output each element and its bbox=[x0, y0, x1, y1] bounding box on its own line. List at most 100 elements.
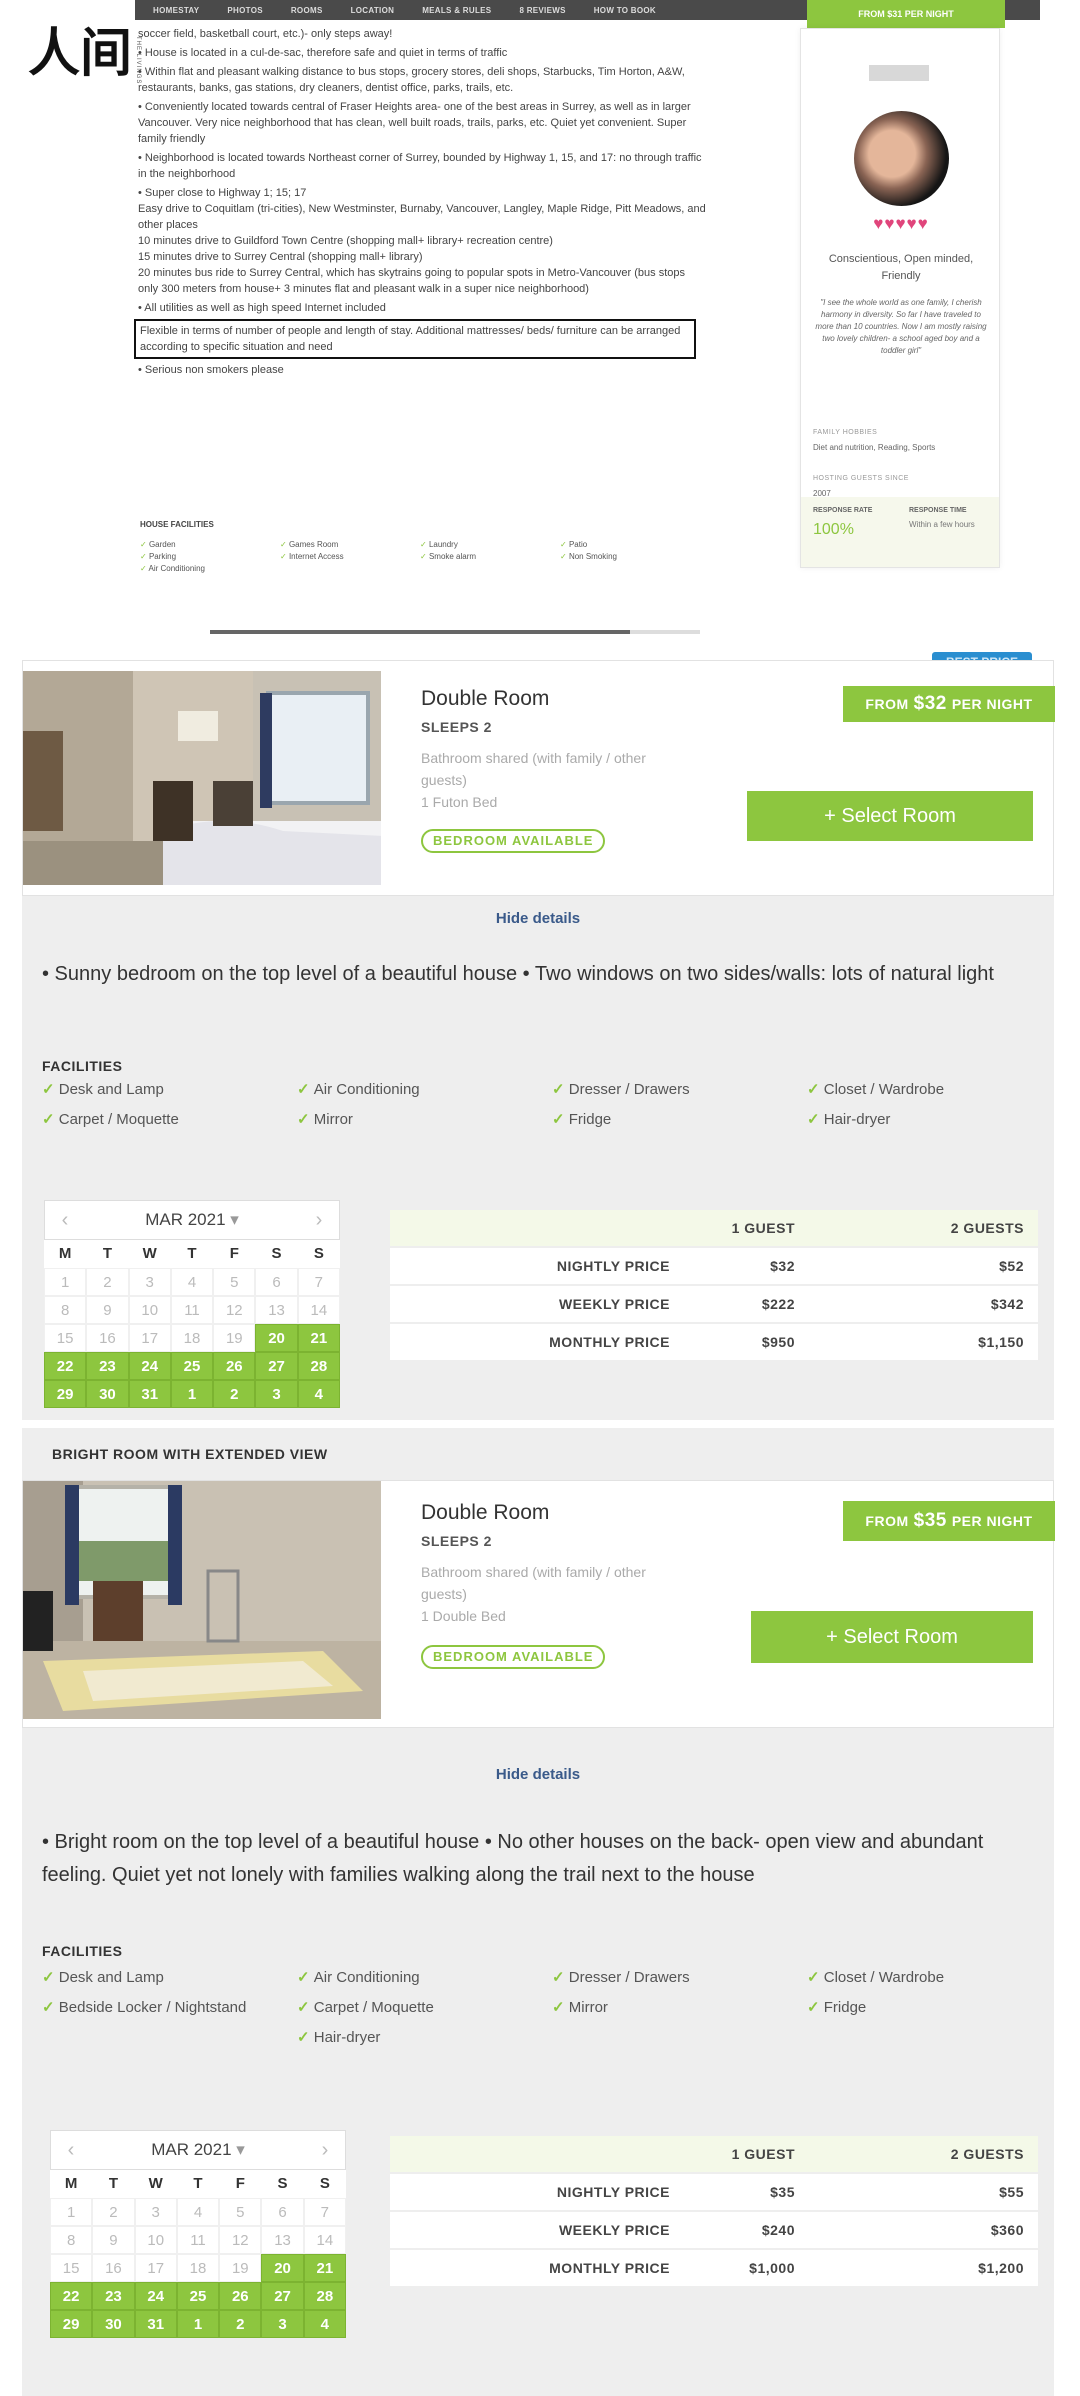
calendar-day-available[interactable]: 31 bbox=[128, 1380, 171, 1408]
calendar-day-available[interactable]: 21 bbox=[297, 1324, 340, 1352]
chevron-right-icon[interactable]: › bbox=[299, 1209, 339, 1232]
room-price-tag: FROM $35 PER NIGHT bbox=[843, 1501, 1055, 1541]
calendar-day-available[interactable]: 22 bbox=[50, 2282, 93, 2310]
room-price-tag: FROM $32 PER NIGHT bbox=[843, 686, 1055, 722]
facilities-list: Desk and LampAir ConditioningDresser / D… bbox=[42, 1968, 1042, 2046]
facilities-label: FACILITIES bbox=[42, 1058, 123, 1074]
room-section-label: BRIGHT ROOM WITH EXTENDED VIEW bbox=[52, 1446, 328, 1462]
calendar-day-available[interactable]: 23 bbox=[92, 2282, 135, 2310]
weekday-label: T bbox=[102, 1245, 112, 1262]
calendar-day-available[interactable]: 20 bbox=[255, 1324, 298, 1352]
select-room-button[interactable]: + Select Room bbox=[747, 791, 1033, 841]
facility-item: Desk and Lamp bbox=[42, 1080, 297, 1098]
nav-item-3[interactable]: LOCATION bbox=[351, 6, 395, 15]
weekday-label: F bbox=[229, 1245, 239, 1262]
house-facility-item: Air Conditioning bbox=[140, 564, 280, 573]
house-facility-item: Games Room bbox=[280, 540, 420, 549]
nav-item-1[interactable]: PHOTOS bbox=[227, 6, 262, 15]
price-table-row: NIGHTLY PRICE $32 $52 bbox=[390, 1248, 1038, 1286]
nav-item-6[interactable]: HOW TO BOOK bbox=[594, 6, 656, 15]
room-bed: 1 Futon Bed bbox=[421, 794, 498, 810]
calendar-day-available[interactable]: 28 bbox=[303, 2282, 346, 2310]
price-table-header-cell: 2 GUESTS bbox=[950, 2146, 1024, 2162]
house-facility-item: Non Smoking bbox=[560, 552, 700, 561]
calendar-day-available[interactable]: 25 bbox=[176, 2282, 220, 2310]
highlighted-note: Flexible in terms of number of people an… bbox=[134, 319, 696, 359]
scrollbar-thumb[interactable] bbox=[210, 630, 630, 634]
description-paragraph: • All utilities as well as high speed In… bbox=[138, 302, 386, 314]
weekday-label: T bbox=[108, 2175, 118, 2192]
calendar-day-unavailable: 3 bbox=[128, 1268, 171, 1296]
chevron-left-icon[interactable]: ‹ bbox=[51, 2139, 91, 2162]
calendar-day-available[interactable]: 29 bbox=[50, 2310, 93, 2338]
scrollbar[interactable] bbox=[210, 630, 700, 634]
calendar-day-unavailable: 16 bbox=[92, 2254, 135, 2282]
calendar-day-available[interactable]: 28 bbox=[297, 1352, 340, 1380]
price-table-cell: $35 bbox=[770, 2184, 795, 2200]
calendar-day-available[interactable]: 4 bbox=[303, 2310, 346, 2338]
chevron-left-icon[interactable]: ‹ bbox=[45, 1209, 85, 1232]
weekday-label: M bbox=[64, 2175, 78, 2192]
chevron-right-icon[interactable]: › bbox=[305, 2139, 345, 2162]
calendar-day-available[interactable]: 4 bbox=[297, 1380, 340, 1408]
weekday-label: S bbox=[277, 2175, 288, 2192]
calendar-day-available[interactable]: 20 bbox=[261, 2254, 304, 2282]
calendar-day-available[interactable]: 2 bbox=[219, 2310, 262, 2338]
caret-down-icon: ▾ bbox=[231, 2140, 245, 2159]
calendar-day-available[interactable]: 27 bbox=[261, 2282, 304, 2310]
nav-price-button[interactable]: FROM $31 PER NIGHT bbox=[807, 0, 1005, 28]
house-facility-item: Laundry bbox=[420, 540, 560, 549]
calendar-day-available[interactable]: 27 bbox=[255, 1352, 298, 1380]
weekday-label: W bbox=[148, 2175, 163, 2192]
calendar-day-available[interactable]: 25 bbox=[170, 1352, 214, 1380]
calendar-day-available[interactable]: 3 bbox=[261, 2310, 304, 2338]
calendar-day-available[interactable]: 3 bbox=[255, 1380, 298, 1408]
calendar-month-select[interactable]: MAR 2021 ▾ bbox=[145, 1210, 239, 1230]
nav-item-2[interactable]: ROOMS bbox=[291, 6, 323, 15]
nav-item-5[interactable]: 8 REVIEWS bbox=[519, 6, 565, 15]
calendar-day-unavailable: 5 bbox=[219, 2198, 262, 2226]
availability-calendar: ‹ MAR 2021 ▾ › M T W T F S S 1 2 3 4 5 6 7 8 9 10 11 12 13 14 15… bbox=[44, 1200, 340, 1408]
calendar-month-select[interactable]: MAR 2021 ▾ bbox=[151, 2140, 245, 2160]
calendar-day-available[interactable]: 26 bbox=[219, 2282, 262, 2310]
nav-item-0[interactable]: HOMESTAY bbox=[153, 6, 199, 15]
calendar-day-unavailable: 13 bbox=[255, 1296, 298, 1324]
description-paragraph: • Within flat and pleasant walking dista… bbox=[138, 66, 685, 94]
response-time-value: Within a few hours bbox=[909, 520, 975, 529]
calendar-day-available[interactable]: 30 bbox=[86, 1380, 129, 1408]
price-per: PER NIGHT bbox=[951, 696, 1033, 712]
calendar-day-available[interactable]: 21 bbox=[303, 2254, 346, 2282]
response-stats: RESPONSE RATE 100% RESPONSE TIME Within … bbox=[801, 497, 999, 567]
calendar-day-unavailable: 10 bbox=[128, 1296, 171, 1324]
price-table-row: MONTHLY PRICE $1,000 $1,200 bbox=[390, 2250, 1038, 2288]
room-photo[interactable] bbox=[23, 1481, 381, 1719]
calendar-day-available[interactable]: 29 bbox=[44, 1380, 87, 1408]
calendar-day-available[interactable]: 24 bbox=[128, 1352, 171, 1380]
calendar-day-available[interactable]: 23 bbox=[86, 1352, 129, 1380]
calendar-month: MAR 2021 bbox=[145, 1210, 226, 1229]
calendar-day-available[interactable]: 31 bbox=[134, 2310, 177, 2338]
hide-details-link[interactable]: Hide details bbox=[22, 1766, 1054, 1783]
facilities-label: FACILITIES bbox=[42, 1943, 123, 1959]
room-photo[interactable] bbox=[23, 671, 381, 885]
calendar-day-available[interactable]: 1 bbox=[176, 2310, 220, 2338]
hide-details-link[interactable]: Hide details bbox=[22, 910, 1054, 927]
calendar-day-available[interactable]: 1 bbox=[170, 1380, 214, 1408]
calendar-day-unavailable: 7 bbox=[303, 2198, 346, 2226]
calendar-day-available[interactable]: 24 bbox=[134, 2282, 177, 2310]
calendar-day-unavailable: 1 bbox=[44, 1268, 87, 1296]
price-per: PER NIGHT bbox=[951, 1513, 1033, 1529]
calendar-grid: M T W T F S S 1 2 3 4 5 6 7 8 9 10 11 12 13 14 15 16 17 18 19 20 21… bbox=[50, 2170, 346, 2338]
select-room-button[interactable]: + Select Room bbox=[751, 1611, 1033, 1663]
facility-item: Mirror bbox=[297, 1110, 552, 1128]
description-paragraph: • Conveniently located towards central o… bbox=[138, 101, 691, 145]
calendar-day-available[interactable]: 2 bbox=[213, 1380, 256, 1408]
room-title: Double Room bbox=[421, 687, 550, 710]
calendar-day-unavailable: 18 bbox=[176, 2254, 220, 2282]
calendar-day-unavailable: 3 bbox=[134, 2198, 177, 2226]
price-table-cell: MONTHLY PRICE bbox=[549, 2260, 670, 2276]
calendar-day-available[interactable]: 22 bbox=[44, 1352, 87, 1380]
calendar-day-available[interactable]: 30 bbox=[92, 2310, 135, 2338]
calendar-day-available[interactable]: 26 bbox=[213, 1352, 256, 1380]
nav-item-4[interactable]: MEALS & RULES bbox=[422, 6, 491, 15]
